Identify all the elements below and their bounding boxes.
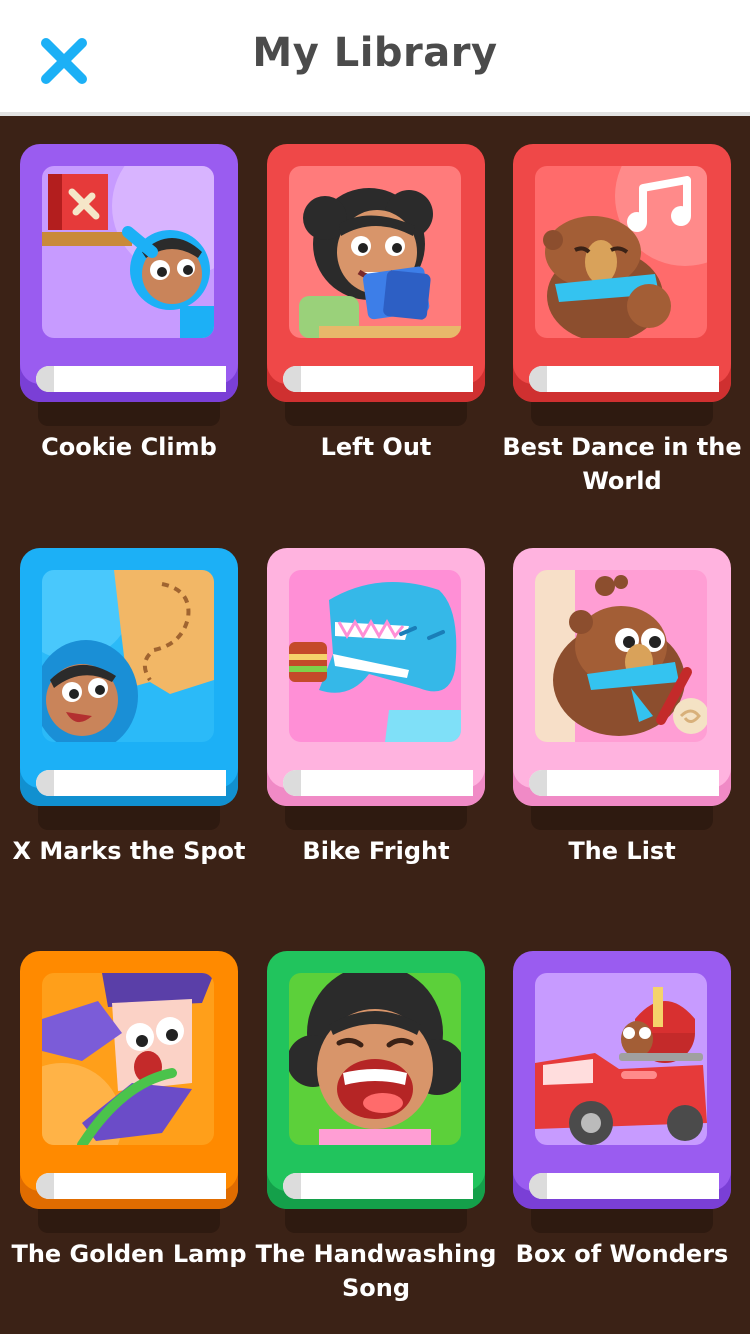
book-pages (529, 1173, 719, 1199)
book-title: The List (568, 837, 676, 865)
book-pages (36, 366, 226, 392)
header-bar: My Library (0, 0, 750, 116)
book-pages (36, 770, 226, 796)
book-pages (529, 770, 719, 796)
book-pages (283, 366, 473, 392)
book-title: X Marks the Spot (12, 837, 246, 865)
book-title: Box of Wonders (515, 1240, 729, 1268)
box-of-wonders-cover-art (535, 973, 707, 1145)
book-shadow (285, 402, 467, 426)
book-shadow (531, 806, 713, 830)
golden-lamp-cover-art (42, 973, 214, 1145)
book-shadow (38, 1209, 220, 1233)
best-dance-cover-art (535, 166, 707, 338)
book-title: Bike Fright (302, 837, 450, 865)
handwashing-song-cover-art (289, 973, 461, 1145)
book-title: Best Dance in the World (502, 433, 742, 495)
book-title: The Handwashing Song (255, 1240, 497, 1302)
book-shadow (531, 402, 713, 426)
book-title: Left Out (320, 433, 432, 461)
book-shadow (285, 1209, 467, 1233)
book-pages (36, 1173, 226, 1199)
x-marks-the-spot-cover-art (42, 570, 214, 742)
book-shadow (38, 806, 220, 830)
book-pages (283, 1173, 473, 1199)
cookie-climb-cover-art (42, 166, 214, 338)
book-shadow (531, 1209, 713, 1233)
book-shadow (38, 402, 220, 426)
left-out-cover-art (289, 166, 461, 338)
bike-fright-cover-art (289, 570, 461, 742)
the-list-cover-art (535, 570, 707, 742)
book-pages (283, 770, 473, 796)
book-title: Cookie Climb (41, 433, 217, 461)
book-title: The Golden Lamp (11, 1240, 247, 1268)
book-shadow (285, 806, 467, 830)
book-pages (529, 366, 719, 392)
page-title: My Library (252, 30, 498, 76)
